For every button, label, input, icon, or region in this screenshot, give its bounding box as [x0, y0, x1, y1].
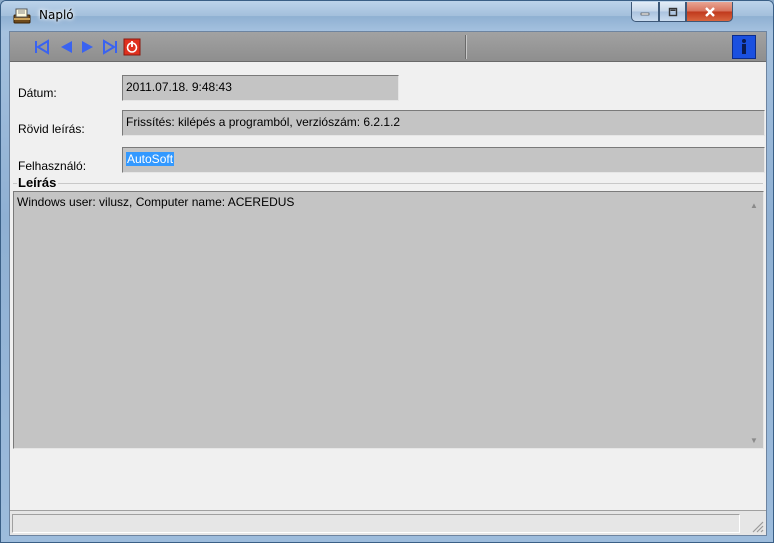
user-label: Felhasználó:: [18, 159, 87, 173]
help-button[interactable]: [732, 35, 756, 59]
date-label: Dátum:: [18, 86, 57, 100]
window-title: Napló: [39, 8, 74, 22]
first-record-button[interactable]: [32, 37, 52, 57]
exit-icon: [123, 38, 141, 56]
minimize-icon: [640, 12, 650, 15]
user-field[interactable]: AutoSoft: [122, 147, 765, 173]
window-client-area: Dátum: 2011.07.18. 9:48:43 Rövid leírás:…: [9, 31, 767, 536]
short-description-label: Rövid leírás:: [18, 122, 85, 136]
log-book-icon: [13, 8, 31, 24]
app-window: Napló Dátum: 2011.07.18. 9:48:43 Rövid l…: [0, 0, 774, 543]
user-value-selected: AutoSoft: [126, 152, 175, 166]
exit-button[interactable]: [122, 37, 142, 57]
short-description-field[interactable]: Frissítés: kilépés a programból, verziós…: [122, 110, 765, 136]
toolbar-separator: [465, 35, 467, 59]
scroll-down-icon[interactable]: ▼: [750, 436, 758, 445]
last-record-button[interactable]: [100, 37, 120, 57]
previous-record-button[interactable]: [56, 37, 76, 57]
close-button[interactable]: [686, 2, 733, 22]
maximize-button[interactable]: [659, 2, 686, 22]
status-panel: [12, 514, 740, 533]
group-border: [13, 183, 763, 184]
description-group: Leírás Windows user: vilusz, Computer na…: [13, 175, 764, 449]
help-icon: [742, 39, 746, 54]
first-record-icon: [35, 39, 49, 55]
navigation-toolbar: [10, 32, 766, 62]
resize-grip-icon[interactable]: [750, 519, 764, 533]
next-record-icon: [82, 41, 93, 53]
next-record-button[interactable]: [78, 37, 98, 57]
memo-scrollbar[interactable]: ▲ ▼: [746, 192, 763, 448]
close-icon: [704, 6, 715, 17]
title-bar[interactable]: Napló: [1, 1, 773, 31]
minimize-button[interactable]: [631, 2, 659, 22]
status-bar: [10, 510, 766, 535]
last-record-icon: [103, 39, 117, 55]
record-panel: Dátum: 2011.07.18. 9:48:43 Rövid leírás:…: [10, 63, 766, 535]
description-text: Windows user: vilusz, Computer name: ACE…: [17, 195, 295, 209]
description-title: Leírás: [17, 175, 59, 190]
date-field[interactable]: 2011.07.18. 9:48:43: [122, 75, 399, 101]
maximize-icon: [668, 7, 677, 16]
description-memo[interactable]: Windows user: vilusz, Computer name: ACE…: [13, 191, 764, 449]
scroll-up-icon[interactable]: ▲: [750, 201, 758, 210]
previous-record-icon: [61, 41, 72, 53]
